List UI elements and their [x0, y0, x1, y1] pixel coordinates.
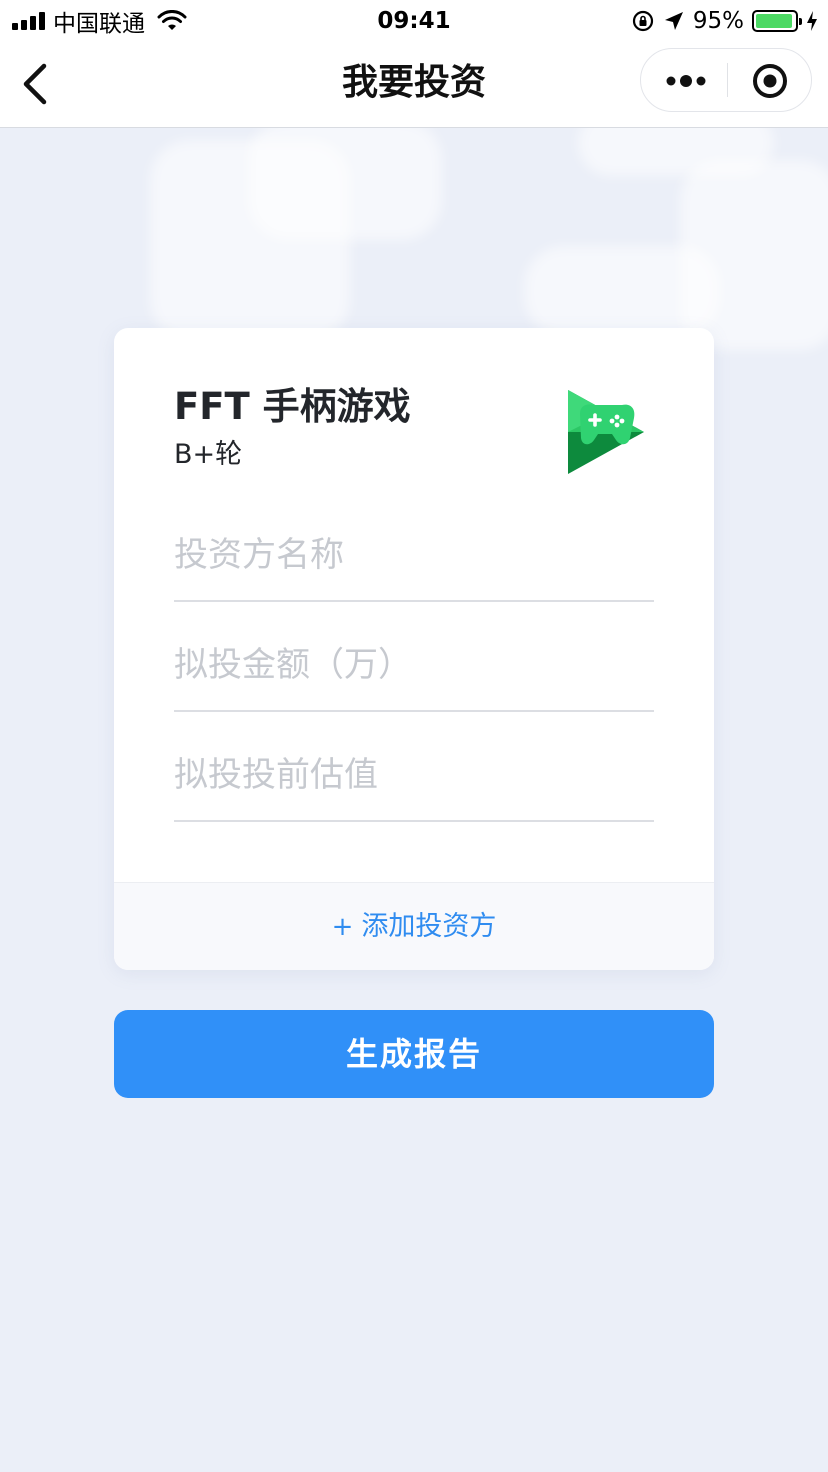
add-investor-button[interactable]: + 添加投资方 [114, 882, 714, 970]
nav-bar: 我要投资 [0, 42, 828, 128]
pre-money-valuation-input[interactable] [174, 750, 654, 800]
funding-round: B+轮 [174, 439, 243, 470]
status-right: 95% [631, 6, 818, 36]
background-decoration [248, 120, 442, 240]
charging-icon [807, 11, 817, 31]
add-investor-label: 添加投资方 [361, 911, 497, 942]
battery-tip [799, 18, 802, 25]
more-button[interactable] [641, 49, 727, 111]
investment-amount-input[interactable] [174, 640, 654, 690]
status-bar: 中国联通 09:41 95% [0, 0, 828, 42]
investor-name-input[interactable] [174, 530, 654, 580]
miniprogram-close-icon [753, 64, 787, 98]
page: 中国联通 09:41 95% 我要投资 FFT 手柄游戏 B+轮 投资方名称 拟… [0, 0, 828, 1472]
miniprogram-capsule [640, 48, 812, 112]
generate-report-button[interactable]: 生成报告 [114, 1010, 714, 1098]
investment-amount-field [174, 616, 654, 712]
investment-card: FFT 手柄游戏 B+轮 +添加投资方 [114, 328, 714, 970]
company-name: FFT 手柄游戏 [174, 385, 411, 428]
close-miniprogram-button[interactable] [728, 49, 812, 111]
game-controller-play-icon [568, 390, 644, 474]
investor-name-field [174, 506, 654, 602]
orientation-lock-icon [632, 10, 653, 32]
battery-level [756, 14, 793, 28]
battery-icon [752, 10, 802, 32]
pre-money-valuation-field [174, 726, 654, 822]
plus-icon: + [331, 912, 354, 942]
battery-percent: 95% [692, 8, 744, 34]
background-decoration [680, 160, 828, 350]
location-arrow-icon [664, 12, 683, 30]
more-dots-icon [666, 75, 706, 87]
